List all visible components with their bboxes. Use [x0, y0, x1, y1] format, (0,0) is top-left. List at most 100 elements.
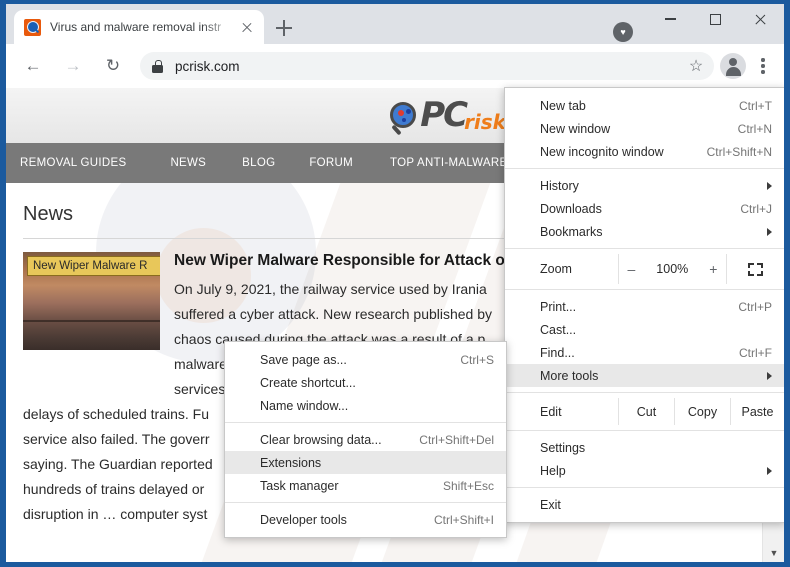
browser-toolbar: ← → ↻ pcrisk.com ☆ — [6, 44, 784, 88]
chevron-right-icon — [767, 467, 772, 475]
window-close-button[interactable] — [738, 4, 783, 34]
menu-item-cast[interactable]: Cast... — [505, 318, 784, 341]
browser-tab[interactable]: Virus and malware removal instr — [14, 10, 264, 44]
article-title[interactable]: New Wiper Malware Responsible for Attack… — [174, 252, 514, 270]
zoom-in-button[interactable]: + — [705, 261, 721, 277]
nav-item-removal-guides[interactable]: REMOVAL GUIDES — [20, 157, 126, 169]
menu-item-developer-tools[interactable]: Developer tools Ctrl+Shift+I — [225, 508, 506, 531]
menu-edit-row: Edit Cut Copy Paste — [505, 398, 784, 425]
menu-item-print[interactable]: Print... Ctrl+P — [505, 295, 784, 318]
menu-label: Create shortcut... — [260, 376, 494, 390]
nav-item-news[interactable]: NEWS — [170, 157, 206, 169]
menu-zoom-row: Zoom – 100% + — [505, 254, 784, 284]
titlebar-badge-icon[interactable]: ♥ — [613, 22, 633, 42]
menu-label: Bookmarks — [540, 225, 757, 239]
menu-label: Print... — [540, 300, 724, 314]
cut-button[interactable]: Cut — [618, 398, 674, 425]
forward-button[interactable]: → — [56, 49, 90, 83]
menu-item-downloads[interactable]: Downloads Ctrl+J — [505, 197, 784, 220]
minimize-icon — [665, 18, 676, 19]
thumbnail-caption: New Wiper Malware R — [27, 256, 160, 276]
address-bar[interactable]: pcrisk.com ☆ — [140, 52, 714, 80]
copy-button[interactable]: Copy — [674, 398, 730, 425]
menu-item-more-tools[interactable]: More tools — [505, 364, 784, 387]
menu-label: Extensions — [260, 456, 494, 470]
menu-label: History — [540, 179, 757, 193]
menu-label: Exit — [540, 498, 772, 512]
menu-accel: Ctrl+T — [739, 99, 772, 113]
menu-label: Downloads — [540, 202, 726, 216]
menu-accel: Ctrl+F — [739, 346, 772, 360]
menu-item-extensions[interactable]: Extensions — [225, 451, 506, 474]
menu-separator — [505, 248, 784, 249]
menu-separator — [505, 487, 784, 488]
window-maximize-button[interactable] — [693, 4, 738, 34]
menu-label: Cast... — [540, 323, 772, 337]
close-icon — [754, 13, 767, 26]
lock-icon[interactable] — [152, 60, 163, 73]
chrome-main-menu: New tab Ctrl+T New window Ctrl+N New inc… — [504, 87, 784, 523]
menu-accel: Ctrl+Shift+I — [434, 513, 494, 527]
menu-item-history[interactable]: History — [505, 174, 784, 197]
pcrisk-favicon-icon — [24, 19, 41, 36]
menu-item-bookmarks[interactable]: Bookmarks — [505, 220, 784, 243]
menu-item-exit[interactable]: Exit — [505, 493, 784, 516]
menu-separator — [505, 289, 784, 290]
menu-accel: Shift+Esc — [443, 479, 494, 493]
new-tab-button[interactable] — [270, 16, 298, 44]
logo-text-pc: PC — [420, 98, 466, 132]
menu-item-new-window[interactable]: New window Ctrl+N — [505, 117, 784, 140]
menu-separator — [225, 502, 506, 503]
reload-button[interactable]: ↻ — [96, 49, 130, 83]
tab-title: Virus and malware removal instr — [50, 20, 236, 34]
back-button[interactable]: ← — [16, 49, 50, 83]
paste-button[interactable]: Paste — [730, 398, 784, 425]
menu-label: Save page as... — [260, 353, 446, 367]
menu-item-settings[interactable]: Settings — [505, 436, 784, 459]
zoom-out-button[interactable]: – — [624, 261, 640, 277]
close-tab-icon[interactable] — [236, 16, 258, 38]
menu-item-new-incognito-window[interactable]: New incognito window Ctrl+Shift+N — [505, 140, 784, 163]
menu-accel: Ctrl+J — [740, 202, 772, 216]
chevron-right-icon — [767, 182, 772, 190]
menu-label: Help — [540, 464, 757, 478]
window-minimize-button[interactable] — [648, 4, 693, 34]
menu-accel: Ctrl+Shift+N — [707, 145, 772, 159]
menu-separator — [505, 168, 784, 169]
scroll-down-arrow-icon[interactable]: ▼ — [763, 544, 784, 562]
menu-label: New window — [540, 122, 724, 136]
menu-accel: Ctrl+S — [460, 353, 494, 367]
menu-accel: Ctrl+N — [738, 122, 772, 136]
zoom-level-value: 100% — [653, 262, 691, 276]
chevron-right-icon — [767, 228, 772, 236]
menu-accel: Ctrl+Shift+Del — [419, 433, 494, 447]
magnifier-icon — [390, 102, 416, 128]
menu-item-task-manager[interactable]: Task manager Shift+Esc — [225, 474, 506, 497]
dot — [761, 58, 764, 61]
menu-label: Name window... — [260, 399, 494, 413]
menu-label: New incognito window — [540, 145, 693, 159]
zoom-controls: – 100% + — [618, 254, 726, 284]
nav-item-forum[interactable]: FORUM — [309, 157, 353, 169]
menu-item-new-tab[interactable]: New tab Ctrl+T — [505, 94, 784, 117]
bookmark-star-icon[interactable]: ☆ — [682, 52, 710, 80]
menu-item-find[interactable]: Find... Ctrl+F — [505, 341, 784, 364]
menu-item-name-window[interactable]: Name window... — [225, 394, 506, 417]
chevron-right-icon — [767, 372, 772, 380]
menu-label: Find... — [540, 346, 725, 360]
chrome-menu-button[interactable] — [748, 51, 778, 81]
menu-item-save-page-as[interactable]: Save page as... Ctrl+S — [225, 348, 506, 371]
menu-item-clear-browsing-data[interactable]: Clear browsing data... Ctrl+Shift+Del — [225, 428, 506, 451]
menu-item-create-shortcut[interactable]: Create shortcut... — [225, 371, 506, 394]
article-thumbnail[interactable]: New Wiper Malware R — [23, 252, 160, 350]
menu-label: Developer tools — [260, 513, 420, 527]
menu-item-help[interactable]: Help — [505, 459, 784, 482]
tab-strip: Virus and malware removal instr ♥ — [6, 4, 784, 44]
fullscreen-button[interactable] — [726, 254, 784, 284]
nav-item-top-anti-malware[interactable]: TOP ANTI-MALWARE — [390, 157, 507, 169]
profile-avatar[interactable] — [720, 53, 746, 79]
dot-red — [398, 110, 404, 116]
thumbnail-horizon — [23, 320, 160, 322]
pcrisk-logo[interactable]: PC risk — [390, 94, 506, 136]
nav-item-blog[interactable]: BLOG — [242, 157, 275, 169]
